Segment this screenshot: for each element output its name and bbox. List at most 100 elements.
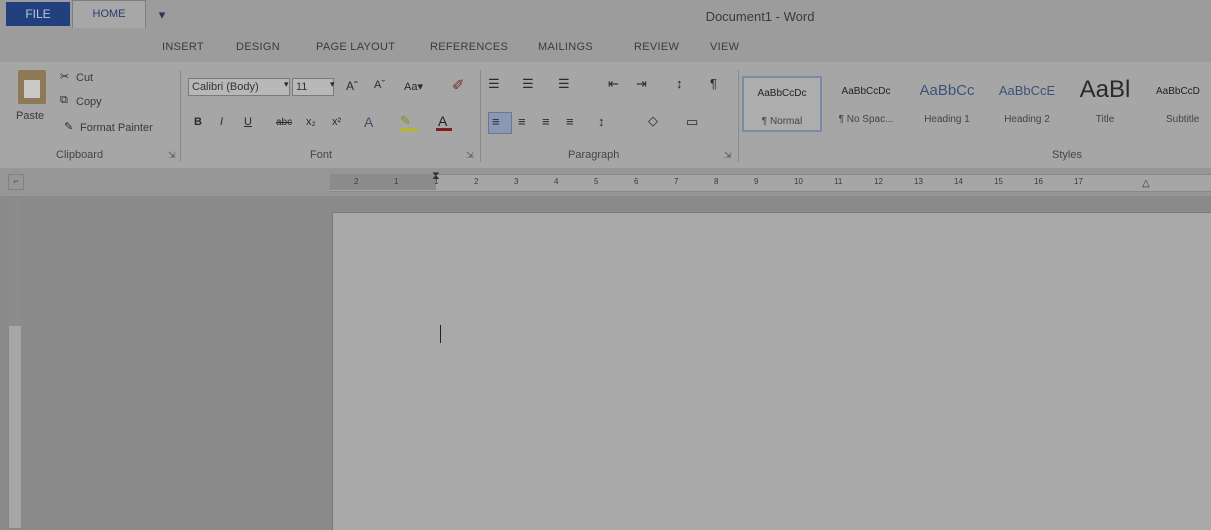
font-launcher-icon[interactable]: ⇲ — [466, 150, 474, 161]
clipboard-group-label: Clipboard — [56, 149, 104, 161]
ruler-number: 4 — [554, 177, 559, 186]
style-name: Heading 2 — [1004, 114, 1050, 125]
window-title: Document1 - Word — [705, 9, 815, 24]
group-divider — [480, 70, 481, 162]
increase-indent-icon[interactable]: ⇥ — [636, 76, 647, 92]
style-name: ¶ No Spac... — [838, 114, 894, 125]
group-divider — [180, 70, 181, 162]
ruler-tab-selector-icon[interactable]: ⌐ — [8, 174, 24, 190]
clear-formatting-icon[interactable]: ✐ — [452, 76, 465, 94]
ruler-number: 1 — [434, 177, 439, 186]
ruler-left-margin — [330, 174, 436, 190]
style-no-spacing[interactable]: AaBbCcDc ¶ No Spac... — [826, 76, 906, 132]
font-group-label: Font — [310, 149, 333, 161]
tab-file[interactable]: FILE — [6, 2, 70, 26]
font-name-field[interactable]: Calibri (Body) — [188, 78, 290, 96]
tab-view[interactable]: VIEW — [710, 41, 739, 53]
tab-design[interactable]: DESIGN — [236, 41, 280, 53]
ruler-number: 10 — [794, 177, 803, 186]
group-divider — [738, 70, 739, 162]
borders-icon[interactable]: ▭ — [686, 114, 698, 130]
style-sample: AaBbCcDc — [757, 88, 807, 99]
vertical-ruler-top-margin — [8, 198, 22, 326]
text-cursor — [440, 325, 441, 343]
ruler-number: 11 — [834, 177, 843, 186]
justify-icon[interactable]: ≡ — [566, 114, 574, 129]
ruler-number: 12 — [874, 177, 883, 186]
right-indent-marker-icon[interactable]: △ — [1142, 178, 1150, 189]
paste-button-label[interactable]: Paste — [16, 110, 44, 122]
font-name-dropdown-icon[interactable]: ▾ — [284, 79, 289, 90]
paste-page-icon — [24, 80, 40, 98]
style-name: Heading 1 — [924, 114, 970, 125]
document-page[interactable] — [332, 212, 1211, 530]
underline-button[interactable]: U — [244, 116, 252, 128]
tab-page-layout[interactable]: PAGE LAYOUT — [316, 41, 395, 53]
align-center-icon[interactable]: ≡ — [518, 114, 526, 129]
highlight-color-icon[interactable]: ✎ — [400, 113, 418, 128]
style-sample: AaBbCcDc — [841, 86, 891, 97]
show-marks-icon[interactable]: ¶ — [710, 76, 717, 91]
ruler-number: 13 — [914, 177, 923, 186]
style-name: Subtitle — [1166, 114, 1200, 125]
multilevel-list-icon[interactable]: ☰ — [558, 76, 570, 92]
superscript-button[interactable]: x² — [332, 116, 341, 128]
clipboard-launcher-icon[interactable]: ⇲ — [168, 150, 176, 161]
ruler-number: 15 — [994, 177, 1003, 186]
change-case-button[interactable]: Aa▾ — [404, 80, 423, 93]
align-left-icon: ≡ — [492, 114, 500, 129]
tab-mailings[interactable]: MAILINGS — [538, 41, 593, 53]
text-effects-icon[interactable]: A — [364, 114, 373, 130]
shading-icon[interactable]: ◇ — [648, 113, 658, 129]
ruler-number: 3 — [514, 177, 519, 186]
ruler-number: 5 — [594, 177, 599, 186]
grow-font-button[interactable]: Aˆ — [346, 79, 358, 93]
font-size-field[interactable]: 11 — [292, 78, 334, 96]
title-bar — [0, 0, 1211, 34]
line-spacing-icon[interactable]: ↕ — [598, 114, 605, 129]
ruler-number: 7 — [674, 177, 679, 186]
font-size-dropdown-icon[interactable]: ▾ — [330, 79, 335, 90]
numbering-icon[interactable]: ☰ — [522, 76, 534, 92]
cut-icon[interactable]: ✂ — [60, 70, 69, 83]
style-name: ¶ Normal — [761, 116, 803, 127]
decrease-indent-icon[interactable]: ⇤ — [608, 76, 619, 92]
ruler-number: 6 — [634, 177, 639, 186]
style-sample: AaBl — [1079, 76, 1131, 103]
format-painter-icon[interactable]: ✎ — [64, 120, 73, 133]
style-heading-2[interactable]: AaBbCcE Heading 2 — [988, 76, 1066, 132]
bullets-icon[interactable]: ☰ — [488, 76, 500, 92]
cut-button[interactable]: Cut — [76, 72, 93, 84]
style-normal[interactable]: AaBbCcDc ¶ Normal — [742, 76, 822, 132]
font-color-icon[interactable]: A — [438, 113, 447, 129]
tab-references[interactable]: REFERENCES — [430, 41, 508, 53]
paragraph-group-label: Paragraph — [568, 149, 620, 161]
bold-button[interactable]: B — [194, 116, 202, 128]
subscript-button[interactable]: x₂ — [306, 116, 316, 128]
ruler-number: 9 — [754, 177, 759, 186]
style-heading-1[interactable]: AaBbCc Heading 1 — [908, 76, 986, 132]
strikethrough-button[interactable]: abc — [276, 117, 292, 128]
ruler-number: 17 — [1074, 177, 1083, 186]
style-name: Title — [1095, 114, 1115, 125]
ruler-number: 2 — [354, 177, 359, 186]
align-right-icon[interactable]: ≡ — [542, 114, 550, 129]
style-subtitle[interactable]: AaBbCcD Subtitle — [1146, 76, 1211, 132]
ruler-number: 14 — [954, 177, 963, 186]
font-color-swatch — [436, 128, 452, 131]
format-painter-button[interactable]: Format Painter — [80, 122, 153, 134]
copy-icon[interactable]: ⧉ — [60, 94, 68, 107]
style-sample: AaBbCcD — [1156, 86, 1200, 97]
customize-qat-icon[interactable]: ▾ — [154, 8, 170, 22]
tab-insert[interactable]: INSERT — [162, 41, 204, 53]
paragraph-launcher-icon[interactable]: ⇲ — [724, 150, 732, 161]
style-sample: AaBbCcE — [998, 83, 1056, 98]
tab-review[interactable]: REVIEW — [634, 41, 679, 53]
sort-icon[interactable]: ↕ — [676, 76, 683, 91]
copy-button[interactable]: Copy — [76, 96, 102, 108]
styles-group-label: Styles — [1052, 149, 1082, 161]
shrink-font-button[interactable]: Aˇ — [374, 79, 385, 91]
tab-home[interactable]: HOME — [72, 0, 146, 28]
italic-button[interactable]: I — [220, 116, 223, 128]
style-title[interactable]: AaBl Title — [1068, 76, 1142, 132]
